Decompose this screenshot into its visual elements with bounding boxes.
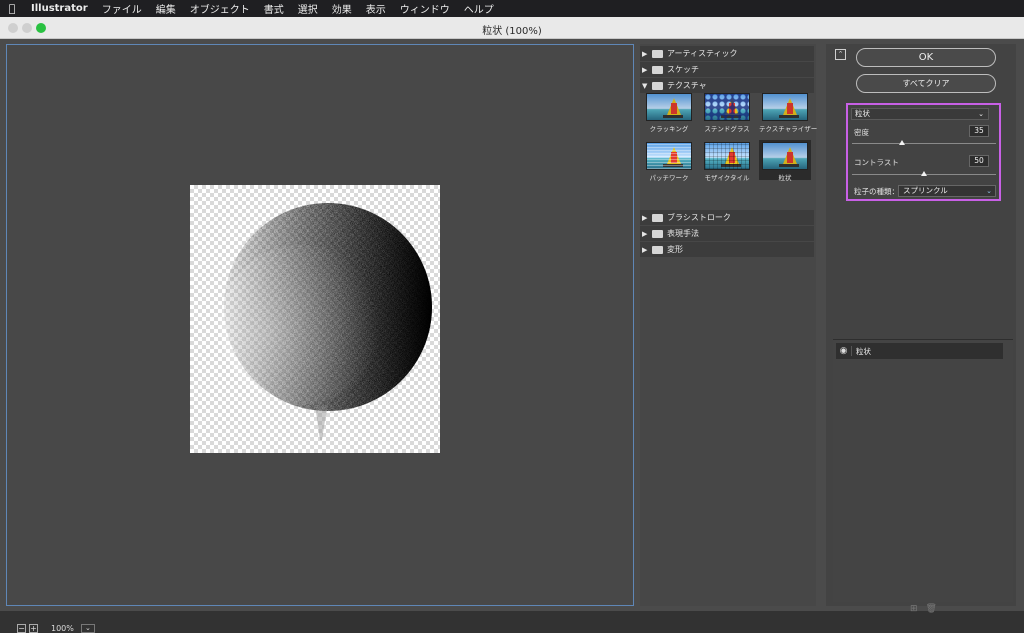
clear-all-button[interactable]: すべてクリア — [856, 74, 996, 93]
folder-icon — [652, 65, 663, 74]
thumb-label: テクスチャライザー — [759, 125, 818, 133]
menu-app-name[interactable]: Illustrator — [24, 3, 95, 14]
folder-label: 変形 — [667, 245, 683, 254]
thumb-image — [704, 93, 750, 121]
folder-icon — [652, 49, 663, 58]
zoom-dropdown[interactable]: ⌄ — [80, 623, 95, 633]
thumb-label: クラッキング — [649, 125, 689, 133]
folder-label: アーティスティック — [667, 49, 738, 58]
preview-canvas — [190, 185, 440, 453]
zoom-controls: − + 100% ⌄ — [17, 623, 95, 633]
filter-gallery-window: 粒状 (100%) − + 100% ⌄ ▶ アーティスティック ▶ スケッチ … — [0, 17, 1024, 633]
menu-help[interactable]: ヘルプ — [457, 1, 501, 16]
menu-object[interactable]: オブジェクト — [183, 1, 257, 16]
expand-arrow-icon: ▶ — [642, 229, 648, 238]
effect-layers-panel: ◉ 粒状 — [833, 339, 1013, 602]
particle-type-select[interactable]: スプリンクル ⌄ — [898, 185, 996, 197]
menu-file[interactable]: ファイル — [95, 1, 149, 16]
delete-effect-layer-icon[interactable]: 🗑 — [926, 604, 937, 614]
folder-label: スケッチ — [667, 65, 699, 74]
expand-arrow-icon: ▶ — [642, 49, 648, 58]
filter-thumb-patchwork[interactable]: パッチワーク — [643, 142, 695, 182]
thumb-label: ステンドグラス — [704, 125, 750, 133]
menu-select[interactable]: 選択 — [291, 1, 325, 16]
apple-icon[interactable]:  — [0, 2, 24, 15]
thumb-image — [762, 142, 808, 170]
particle-type-label: 粒子の種類： — [854, 187, 899, 196]
folder-label: テクスチャ — [667, 81, 707, 90]
mac-menubar:  Illustrator ファイル 編集 オブジェクト 書式 選択 効果 表示… — [0, 0, 1024, 17]
zoom-out-button[interactable]: − — [17, 623, 26, 633]
filter-select-value: 粒状 — [855, 109, 870, 118]
menu-window[interactable]: ウィンドウ — [393, 1, 457, 16]
layer-buttons: ⊞ 🗑 — [910, 604, 937, 614]
thumb-label: パッチワーク — [649, 174, 689, 182]
preview-area[interactable]: − + 100% ⌄ — [6, 44, 634, 633]
folder-label: 表現手法 — [667, 229, 699, 238]
expand-arrow-icon: ▶ — [642, 245, 648, 254]
contrast-input[interactable]: 50 — [969, 155, 989, 167]
folder-sketch[interactable]: ▶ スケッチ — [640, 62, 814, 77]
menu-view[interactable]: 表示 — [359, 1, 393, 16]
filter-thumb-stained-glass[interactable]: ステンドグラス — [701, 93, 753, 133]
expand-arrow-icon: ▶ — [642, 65, 648, 74]
window-title: 粒状 (100%) — [482, 26, 542, 37]
folder-texture[interactable]: ▼ テクスチャ — [640, 78, 814, 93]
contrast-slider-thumb[interactable] — [921, 171, 927, 176]
collapse-gallery-icon[interactable]: ⌃ — [835, 49, 846, 60]
filter-gallery-list: ▶ アーティスティック ▶ スケッチ ▼ テクスチャ クラッキング ステンドグラ… — [640, 44, 817, 606]
folder-icon — [652, 245, 663, 254]
new-effect-layer-icon[interactable]: ⊞ — [910, 604, 918, 614]
expand-arrow-icon: ▶ — [642, 213, 648, 222]
zoom-in-button[interactable]: + — [29, 623, 38, 633]
contrast-label: コントラスト — [854, 158, 899, 167]
folder-artistic[interactable]: ▶ アーティスティック — [640, 46, 814, 61]
density-input[interactable]: 35 — [969, 125, 989, 137]
thumb-image — [646, 142, 692, 170]
filter-select[interactable]: 粒状 ⌄ — [851, 108, 989, 120]
density-slider-track[interactable] — [852, 143, 996, 144]
menu-effect[interactable]: 効果 — [325, 1, 359, 16]
eye-icon[interactable]: ◉ — [836, 346, 852, 356]
chevron-down-icon: ⌄ — [986, 187, 992, 195]
menu-type[interactable]: 書式 — [257, 1, 291, 16]
chevron-down-icon: ⌄ — [978, 110, 984, 118]
filter-thumb-mosaic-tiles[interactable]: モザイクタイル — [701, 142, 753, 182]
folder-distort[interactable]: ▶ 変形 — [640, 242, 814, 257]
folder-icon — [652, 229, 663, 238]
effect-layer-row[interactable]: ◉ 粒状 — [836, 343, 1003, 359]
zoom-level: 100% — [51, 623, 74, 633]
menu-edit[interactable]: 編集 — [149, 1, 183, 16]
effect-layer-label: 粒状 — [856, 346, 871, 356]
folder-brush-strokes[interactable]: ▶ ブラシストローク — [640, 210, 814, 225]
open-folder-icon — [652, 81, 663, 90]
density-label: 密度 — [854, 128, 869, 137]
thumb-image — [704, 142, 750, 170]
ok-button[interactable]: OK — [856, 48, 996, 67]
settings-panel: ⌃ OK すべてクリア 粒状 ⌄ 密度 35 コントラスト 50 粒子の種類： … — [826, 44, 1016, 614]
folder-stylize[interactable]: ▶ 表現手法 — [640, 226, 814, 241]
thumb-image — [762, 93, 808, 121]
window-titlebar: 粒状 (100%) — [0, 17, 1024, 39]
thumb-image — [646, 93, 692, 121]
collapse-arrow-icon: ▼ — [642, 81, 648, 90]
filter-thumb-grain[interactable]: 粒状 — [759, 140, 811, 182]
thumb-label: 粒状 — [778, 174, 792, 182]
filter-settings-box: 粒状 ⌄ 密度 35 コントラスト 50 粒子の種類： スプリンクル ⌄ — [846, 103, 1001, 201]
grain-balloon-image — [220, 203, 432, 440]
thumb-label: モザイクタイル — [704, 174, 750, 182]
folder-icon — [652, 213, 663, 222]
filter-thumb-craquelure[interactable]: クラッキング — [643, 93, 695, 133]
particle-type-value: スプリンクル — [903, 186, 948, 195]
density-slider-thumb[interactable] — [899, 140, 906, 145]
filter-thumb-texturizer[interactable]: テクスチャライザー — [759, 93, 817, 133]
folder-label: ブラシストローク — [667, 213, 731, 222]
